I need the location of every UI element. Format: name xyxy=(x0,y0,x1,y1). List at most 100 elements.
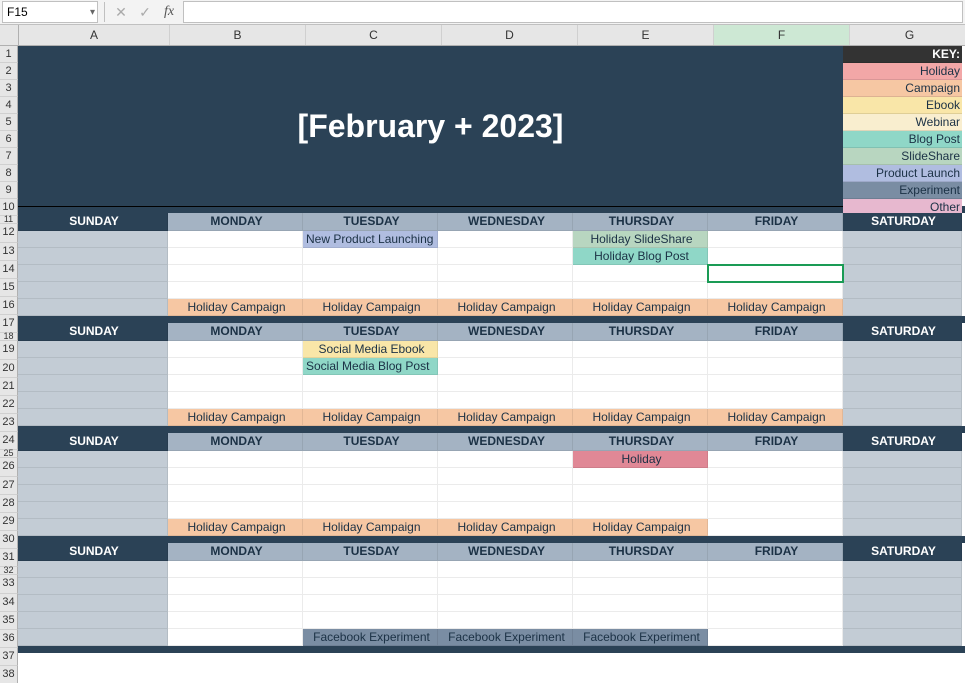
cell[interactable] xyxy=(708,519,843,536)
cell[interactable] xyxy=(573,612,708,629)
cell[interactable] xyxy=(168,451,303,468)
event-cell[interactable]: New Product Launching xyxy=(303,231,438,248)
event-cell[interactable]: Facebook Experiment xyxy=(303,629,438,646)
cell[interactable] xyxy=(168,595,303,612)
cell[interactable] xyxy=(18,502,168,519)
active-cell[interactable] xyxy=(708,265,843,282)
cell[interactable] xyxy=(168,485,303,502)
cell[interactable] xyxy=(168,248,303,265)
cell[interactable] xyxy=(18,519,168,536)
cell[interactable] xyxy=(438,358,573,375)
cell[interactable] xyxy=(168,502,303,519)
cell[interactable] xyxy=(168,375,303,392)
event-cell[interactable]: Facebook Experiment xyxy=(438,629,573,646)
cell[interactable] xyxy=(708,451,843,468)
fx-icon[interactable]: fx xyxy=(157,4,181,20)
cell[interactable] xyxy=(438,451,573,468)
row-head[interactable]: 6 xyxy=(0,131,18,148)
cell[interactable] xyxy=(303,595,438,612)
row-head[interactable]: 32 xyxy=(0,567,18,575)
cell[interactable] xyxy=(843,502,962,519)
cell[interactable] xyxy=(168,468,303,485)
formula-input[interactable] xyxy=(183,1,963,23)
event-cell[interactable]: Holiday Campaign xyxy=(573,299,708,316)
cell[interactable] xyxy=(438,561,573,578)
row-head[interactable]: 18 xyxy=(0,333,18,341)
cell[interactable] xyxy=(438,468,573,485)
row-head[interactable]: 26 xyxy=(0,458,18,477)
cell[interactable] xyxy=(708,561,843,578)
cell[interactable] xyxy=(18,299,168,316)
row-head[interactable]: 30 xyxy=(0,531,18,549)
cell[interactable] xyxy=(843,375,962,392)
cell[interactable] xyxy=(18,409,168,426)
col-head-F[interactable]: F xyxy=(714,25,850,45)
row-head[interactable]: 33 xyxy=(0,575,18,594)
cell[interactable] xyxy=(18,282,168,299)
cell[interactable] xyxy=(303,502,438,519)
cell[interactable] xyxy=(573,485,708,502)
event-cell[interactable]: Holiday Campaign xyxy=(708,299,843,316)
cell[interactable] xyxy=(843,299,962,316)
cell[interactable] xyxy=(573,561,708,578)
col-head-E[interactable]: E xyxy=(578,25,714,45)
event-cell[interactable]: Holiday Campaign xyxy=(573,409,708,426)
cell[interactable] xyxy=(438,265,573,282)
cell[interactable] xyxy=(708,392,843,409)
row-head[interactable]: 28 xyxy=(0,495,18,513)
row-head[interactable]: 22 xyxy=(0,396,18,414)
row-head[interactable]: 8 xyxy=(0,165,18,182)
cell[interactable] xyxy=(18,375,168,392)
cell[interactable] xyxy=(303,392,438,409)
cell[interactable] xyxy=(573,578,708,595)
event-cell[interactable]: Holiday SlideShare xyxy=(573,231,708,248)
cell[interactable] xyxy=(843,451,962,468)
cell[interactable] xyxy=(303,265,438,282)
row-head[interactable]: 1 xyxy=(0,46,18,63)
col-head-D[interactable]: D xyxy=(442,25,578,45)
cell[interactable] xyxy=(708,629,843,646)
cell[interactable] xyxy=(168,358,303,375)
cell[interactable] xyxy=(18,629,168,646)
cell[interactable] xyxy=(843,358,962,375)
cell[interactable] xyxy=(18,561,168,578)
cell[interactable] xyxy=(18,265,168,282)
cell[interactable] xyxy=(708,231,843,248)
row-head[interactable]: 23 xyxy=(0,414,18,432)
cell[interactable] xyxy=(708,248,843,265)
cell[interactable] xyxy=(708,468,843,485)
cell[interactable] xyxy=(708,612,843,629)
cell[interactable] xyxy=(438,375,573,392)
col-head-B[interactable]: B xyxy=(170,25,306,45)
cell[interactable] xyxy=(843,612,962,629)
col-head-C[interactable]: C xyxy=(306,25,442,45)
row-head[interactable]: 5 xyxy=(0,114,18,131)
row-head[interactable]: 25 xyxy=(0,450,18,458)
cell[interactable] xyxy=(708,341,843,358)
cell[interactable] xyxy=(708,485,843,502)
select-all-corner[interactable] xyxy=(0,25,19,45)
cell[interactable] xyxy=(843,409,962,426)
row-head[interactable]: 2 xyxy=(0,63,18,80)
row-head[interactable]: 3 xyxy=(0,80,18,97)
cell[interactable] xyxy=(843,578,962,595)
event-cell[interactable]: Holiday Campaign xyxy=(168,519,303,536)
cell[interactable] xyxy=(573,375,708,392)
cell[interactable] xyxy=(573,282,708,299)
cell[interactable] xyxy=(708,595,843,612)
event-cell[interactable]: Facebook Experiment xyxy=(573,629,708,646)
cell[interactable] xyxy=(843,392,962,409)
cell[interactable] xyxy=(843,519,962,536)
cell[interactable] xyxy=(168,282,303,299)
event-cell[interactable]: Holiday Campaign xyxy=(573,519,708,536)
cell[interactable] xyxy=(843,561,962,578)
cell[interactable] xyxy=(303,248,438,265)
cell[interactable] xyxy=(438,282,573,299)
cell[interactable] xyxy=(843,629,962,646)
row-head[interactable]: 38 xyxy=(0,666,18,683)
event-cell[interactable]: Holiday Campaign xyxy=(438,519,573,536)
cell[interactable] xyxy=(168,612,303,629)
row-head[interactable]: 37 xyxy=(0,648,18,666)
cancel-icon[interactable]: ✕ xyxy=(109,4,133,21)
name-box[interactable]: F15 ▾ xyxy=(2,1,98,23)
